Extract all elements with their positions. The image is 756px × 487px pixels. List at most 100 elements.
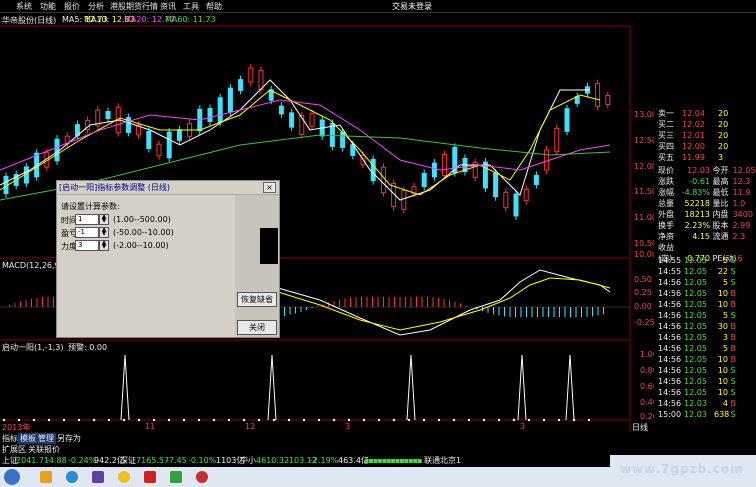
app-icon-3[interactable] <box>144 471 156 483</box>
candle <box>595 83 601 107</box>
day-period-label[interactable]: 日线 <box>632 422 648 433</box>
indicator-dot <box>332 418 336 422</box>
tab-related-quote[interactable]: 关联报价 <box>26 444 62 455</box>
tick-row: 14:55 12.05 5 S <box>658 256 736 265</box>
macd-axis-050: 0.50 <box>634 275 652 284</box>
indicator-dot <box>47 418 51 422</box>
candle <box>442 154 448 176</box>
order-book-row: 卖一 12.04 20 <box>658 109 729 118</box>
indicator-label: 启动一阳(1,-1,3) <box>2 343 64 352</box>
order-book-row: 买二 12.02 20 <box>658 120 729 129</box>
tab-extended[interactable]: 扩展区 <box>0 444 28 455</box>
candle <box>258 69 264 91</box>
tick-row: 14:55 12.05 22 S <box>658 267 736 276</box>
start-icon[interactable] <box>4 469 20 485</box>
tick-row: 14:56 12.05 10 B <box>658 355 737 364</box>
indicator-spike <box>565 354 575 421</box>
indicator-dot <box>17 418 21 422</box>
indicator-dot <box>467 418 471 422</box>
sh-index-value: 2041.71 <box>16 456 50 465</box>
indicator-dot <box>317 418 321 422</box>
tick-row: 14:56 12.05 10 B <box>658 289 737 298</box>
tab-save-as[interactable]: 另存为 <box>55 433 83 444</box>
param-dialog[interactable]: [启动一阳]指标参数调整 (日线) × 请设置计算参数: 时间: 1 ▲ ▼ (1… <box>56 180 280 338</box>
quote-stat-row: 涨跌 -0.61 最高 12.3 <box>658 177 751 186</box>
app-icon-5[interactable] <box>196 471 208 483</box>
indicator-dot <box>62 418 66 422</box>
app-icon-4[interactable] <box>170 471 182 483</box>
sh-index-change: -4.88 <box>46 456 67 465</box>
indicator-dot <box>227 418 231 422</box>
close-icon[interactable]: × <box>263 182 276 193</box>
tick-row: 14:56 12.05 30 B <box>658 322 737 331</box>
date-axis-m1: 11 <box>145 422 156 431</box>
candle <box>248 67 254 83</box>
tab-indicator[interactable]: 指标 <box>0 433 20 444</box>
sz-index-change: -7.45 <box>166 456 187 465</box>
explorer-icon[interactable] <box>40 471 52 483</box>
param-time-spinner[interactable]: ▲ ▼ <box>99 214 109 225</box>
candle <box>289 112 295 128</box>
browser-icon[interactable] <box>66 471 78 483</box>
param-time-range: (1.00--500.00) <box>113 215 171 224</box>
indicator-dot <box>92 418 96 422</box>
candle <box>105 110 111 120</box>
indicator-dot <box>182 418 186 422</box>
tick-row: 14:56 12.05 5 S <box>658 311 736 320</box>
quote-stat-row: 现价 12.03 今开 12.05 <box>658 166 756 175</box>
indicator-dot <box>422 418 426 422</box>
dialog-title-bar[interactable]: [启动一阳]指标参数调整 (日线) × <box>57 181 279 195</box>
order-book-row: 买三 12.01 20 <box>658 131 729 140</box>
app-icon-1[interactable] <box>92 471 104 483</box>
indicator-dot <box>152 418 156 422</box>
param-strength-input[interactable]: 3 <box>75 240 99 251</box>
tick-row: 14:56 12.05 10 B <box>658 300 737 309</box>
candle <box>564 108 570 132</box>
candle <box>554 127 560 153</box>
indicator-dot <box>392 418 396 422</box>
candle <box>421 172 427 188</box>
param-strength-range: (-2.00--10.00) <box>113 241 169 250</box>
indicator-dot <box>107 418 111 422</box>
lower-tab-bar: 扩展区 关联报价 <box>0 444 630 455</box>
tick-row: 14:56 12.05 10 S <box>658 377 736 386</box>
param-strength-spinner[interactable]: ▲ ▼ <box>99 240 109 251</box>
candle <box>238 79 244 91</box>
order-book-row: 买五 11.99 3 <box>658 153 724 162</box>
candle <box>227 87 233 113</box>
candle <box>533 174 539 186</box>
candle <box>217 97 223 123</box>
index-status-bar: 上证 2041.71 -4.88 -0.24% 942.2亿 深证 7165.5… <box>0 455 610 467</box>
restore-default-button[interactable]: 恢复缺省 <box>237 292 277 307</box>
date-axis-m2: 12 <box>245 422 256 431</box>
param-profit-spinner[interactable]: ▲ ▼ <box>99 227 109 238</box>
connection-status[interactable]: 联通北京1 <box>424 455 461 467</box>
indicator-dot <box>377 418 381 422</box>
candle <box>207 107 213 123</box>
indicator-dot <box>242 418 246 422</box>
candle <box>340 132 346 148</box>
signal-strength-icon: ▪▪▪▪▪▪▪▪▪▪▪▪▪ <box>364 456 422 465</box>
indicator-dot <box>362 418 366 422</box>
param-time-input[interactable]: 1 <box>75 214 99 225</box>
indicator-spikes <box>2 354 591 422</box>
quote-stat-row: 涨幅 -4.83% 最低 11.9 <box>658 188 751 197</box>
date-axis-m3: 3 <box>345 422 351 431</box>
indicator-dot <box>437 418 441 422</box>
indicator-dot <box>572 418 576 422</box>
param-profit-input[interactable]: -1 <box>75 227 99 238</box>
candle <box>278 105 284 115</box>
dialog-close-button[interactable]: 关闭 <box>237 320 277 335</box>
tab-template[interactable]: 模板 <box>18 433 38 444</box>
tab-manage[interactable]: 管理 <box>36 433 56 444</box>
app-icon-2[interactable] <box>118 471 130 483</box>
tick-row: 14:56 12.05 3 B <box>658 333 737 342</box>
indicator-dot <box>77 418 81 422</box>
tick-row: 14:56 12.05 5 B <box>658 344 737 353</box>
quote-stat-row: 总量 52218 量比 1.0 <box>658 199 746 208</box>
sh-index-pct: -0.24% <box>68 456 97 465</box>
quote-stat-row: 换手 2.23% 股本 2.99 <box>658 221 751 230</box>
watermark: www.7gpzb.com <box>620 462 744 476</box>
indicator-spike <box>120 354 130 421</box>
macd-label: MACD(12,26,9) <box>2 261 63 270</box>
